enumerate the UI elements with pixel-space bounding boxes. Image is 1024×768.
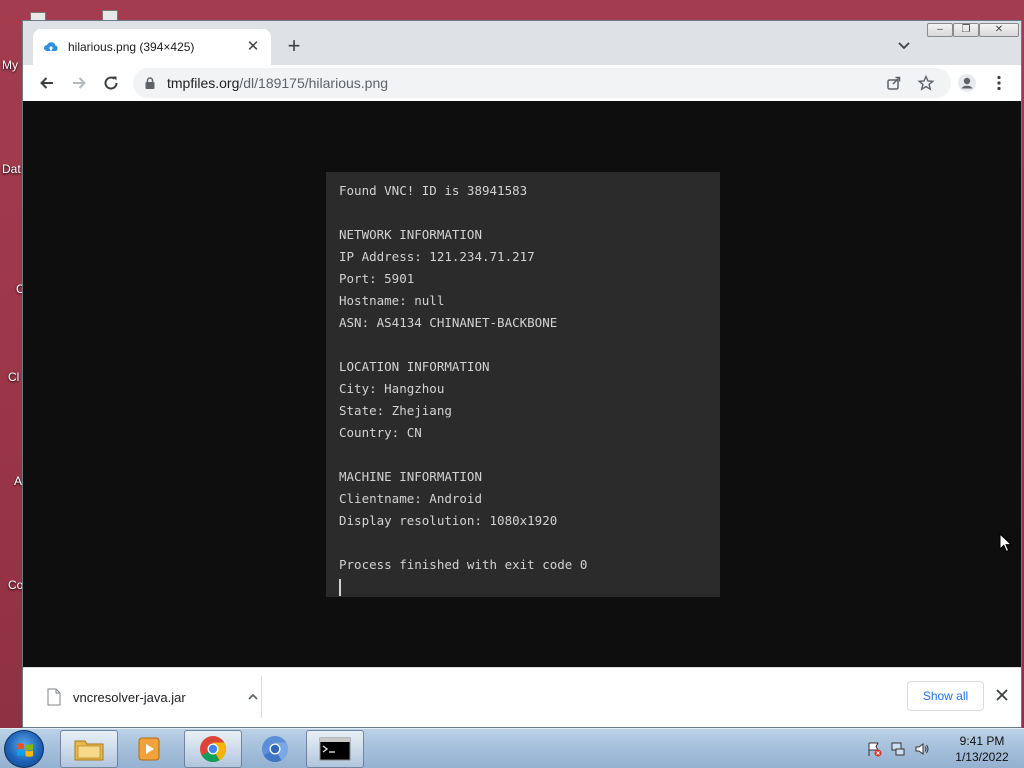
maximize-button[interactable]: ❐	[953, 23, 979, 37]
taskbar-media-player-button[interactable]	[120, 730, 178, 768]
tab-bar: hilarious.png (394×425) ✕ + – ❐ ✕	[23, 21, 1021, 65]
speaker-icon[interactable]	[914, 741, 930, 757]
terminal-line: Process finished with exit code 0	[339, 557, 588, 572]
terminal-line: Found VNC! ID is 38941583	[339, 183, 528, 198]
terminal-line: State: Zhejiang	[339, 403, 452, 418]
page-content: Found VNC! ID is 38941583 NETWORK INFORM…	[23, 101, 1021, 667]
close-window-button[interactable]: ✕	[979, 23, 1019, 37]
download-shelf: vncresolver-java.jar Show all	[23, 667, 1021, 727]
terminal-line: LOCATION INFORMATION	[339, 359, 490, 374]
taskbar-cmd-button[interactable]	[306, 730, 364, 768]
desktop-label[interactable]: My	[2, 58, 18, 72]
browser-window: hilarious.png (394×425) ✕ + – ❐ ✕ tmpfil…	[22, 20, 1022, 728]
shelf-divider	[261, 676, 262, 718]
menu-button[interactable]	[985, 69, 1013, 97]
terminal-line: City: Hangzhou	[339, 381, 445, 396]
taskbar-chromium-button[interactable]	[246, 730, 304, 768]
show-all-button[interactable]: Show all	[907, 681, 984, 711]
media-player-icon	[138, 737, 160, 761]
url-host: tmpfiles.org	[167, 75, 240, 91]
clock-date: 1/13/2022	[955, 750, 1009, 764]
terminal-line: Clientname: Android	[339, 491, 482, 506]
chevron-down-icon[interactable]	[893, 35, 915, 57]
url-path: /dl/189175/hilarious.png	[239, 75, 389, 91]
download-file-name: vncresolver-java.jar	[73, 689, 186, 705]
minimize-button[interactable]: –	[927, 23, 953, 37]
arrow-right-icon	[73, 77, 86, 89]
system-tray: 9:41 PM 1/13/2022	[864, 729, 1024, 768]
taskbar: 9:41 PM 1/13/2022	[0, 728, 1024, 768]
taskbar-clock[interactable]: 9:41 PM 1/13/2022	[944, 733, 1020, 765]
avatar-icon	[958, 74, 976, 92]
terminal-line: Hostname: null	[339, 293, 445, 308]
network-icon[interactable]	[890, 741, 906, 757]
cloud-upload-icon	[44, 42, 58, 51]
kebab-menu-icon	[997, 75, 1001, 91]
profile-button[interactable]	[953, 69, 981, 97]
chevron-up-icon[interactable]	[245, 689, 261, 705]
terminal-line: NETWORK INFORMATION	[339, 227, 482, 242]
forward-button[interactable]	[65, 69, 93, 97]
address-bar[interactable]: tmpfiles.org/dl/189175/hilarious.png	[133, 68, 951, 98]
action-center-flag-icon[interactable]	[866, 741, 882, 757]
tab-close-icon[interactable]: ✕	[245, 39, 261, 55]
desktop-label[interactable]: Cl	[8, 370, 19, 384]
chromium-icon	[262, 736, 289, 763]
chrome-icon	[200, 736, 227, 763]
reload-icon	[104, 76, 118, 90]
url-text: tmpfiles.org/dl/189175/hilarious.png	[167, 75, 388, 91]
start-button[interactable]	[4, 730, 44, 768]
terminal-line: Display resolution: 1080x1920	[339, 513, 558, 528]
reload-button[interactable]	[97, 69, 125, 97]
taskbar-explorer-button[interactable]	[60, 730, 118, 768]
tab-hilarious-png[interactable]: hilarious.png (394×425) ✕	[33, 29, 271, 65]
desktop-label[interactable]: A	[14, 474, 22, 488]
terminal-line: MACHINE INFORMATION	[339, 469, 482, 484]
terminal-line: IP Address: 121.234.71.217	[339, 249, 535, 264]
terminal-line: ASN: AS4134 CHINANET-BACKBONE	[339, 315, 558, 330]
terminal-caret-line	[339, 576, 707, 598]
clock-time: 9:41 PM	[959, 734, 1005, 748]
star-icon[interactable]	[917, 74, 935, 92]
tab-title: hilarious.png (394×425)	[68, 40, 195, 54]
desktop-label[interactable]: Dat	[2, 162, 21, 176]
arrow-left-icon	[40, 77, 53, 89]
close-icon[interactable]	[993, 686, 1011, 704]
folder-icon	[74, 740, 104, 761]
cmd-icon	[319, 737, 351, 761]
terminal-line: Port: 5901	[339, 271, 415, 286]
back-button[interactable]	[33, 69, 61, 97]
displayed-image[interactable]: Found VNC! ID is 38941583 NETWORK INFORM…	[326, 172, 720, 597]
share-icon[interactable]	[885, 74, 903, 92]
download-item[interactable]: vncresolver-java.jar	[39, 678, 261, 716]
terminal-line: Country: CN	[339, 425, 422, 440]
text-caret	[339, 579, 341, 596]
mouse-cursor-icon	[999, 533, 1013, 553]
new-tab-button[interactable]: +	[281, 34, 307, 60]
browser-toolbar: tmpfiles.org/dl/189175/hilarious.png	[23, 65, 1021, 101]
taskbar-chrome-button[interactable]	[184, 730, 242, 768]
lock-icon[interactable]	[143, 76, 157, 90]
windows-logo-icon	[17, 743, 33, 757]
file-icon	[47, 688, 61, 706]
